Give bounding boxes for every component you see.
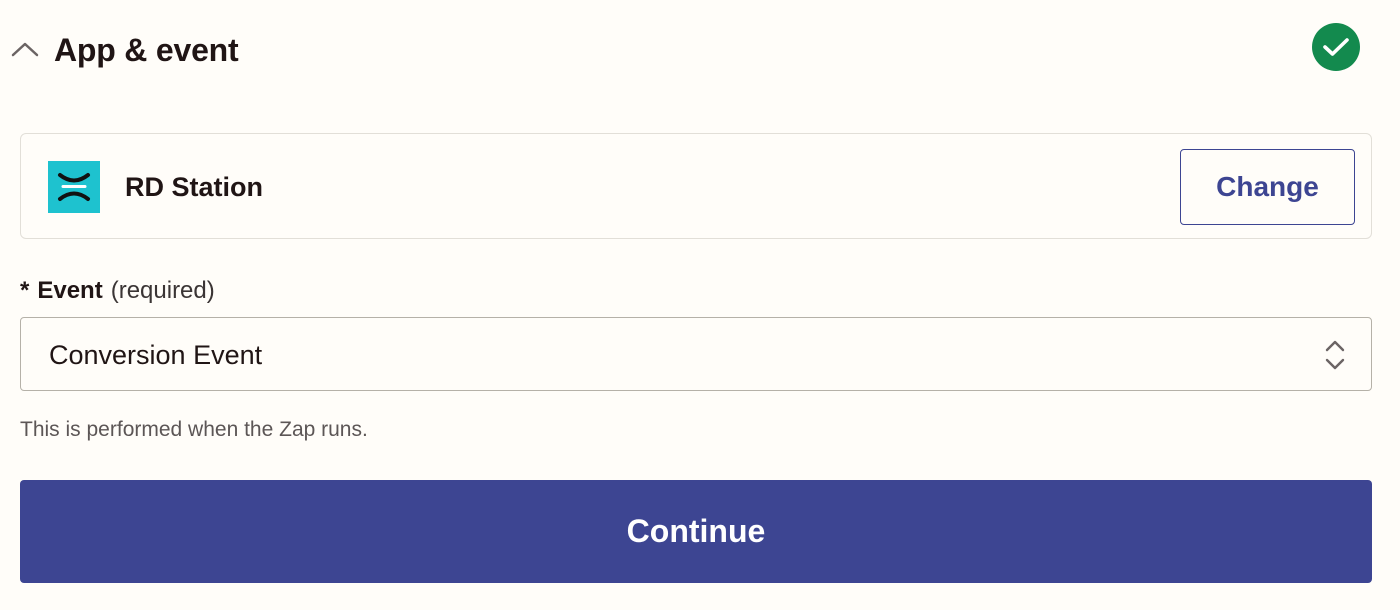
collapse-toggle[interactable] xyxy=(10,34,40,64)
event-select-value: Conversion Event xyxy=(49,340,263,370)
event-select[interactable]: Conversion Event xyxy=(20,317,1372,391)
app-name: RD Station xyxy=(125,172,263,202)
selected-app-card: RD Station Change xyxy=(20,133,1372,239)
app-event-panel: App & event RD Station Change * Event (r… xyxy=(0,0,1400,610)
event-field-label: * Event (required) xyxy=(20,277,215,305)
chevron-up-icon xyxy=(11,42,39,57)
section-header: App & event xyxy=(0,0,1400,100)
section-title: App & event xyxy=(54,32,239,68)
required-marker: * xyxy=(20,277,30,304)
continue-button[interactable]: Continue xyxy=(20,480,1372,583)
rd-station-logo-icon xyxy=(48,161,100,213)
chevron-up-down-icon xyxy=(1325,340,1345,370)
required-hint: (required) xyxy=(110,277,215,304)
check-circle-icon xyxy=(1312,23,1360,71)
change-app-button[interactable]: Change xyxy=(1180,149,1355,225)
event-label: Event xyxy=(37,277,103,304)
event-help-text: This is performed when the Zap runs. xyxy=(20,418,368,441)
